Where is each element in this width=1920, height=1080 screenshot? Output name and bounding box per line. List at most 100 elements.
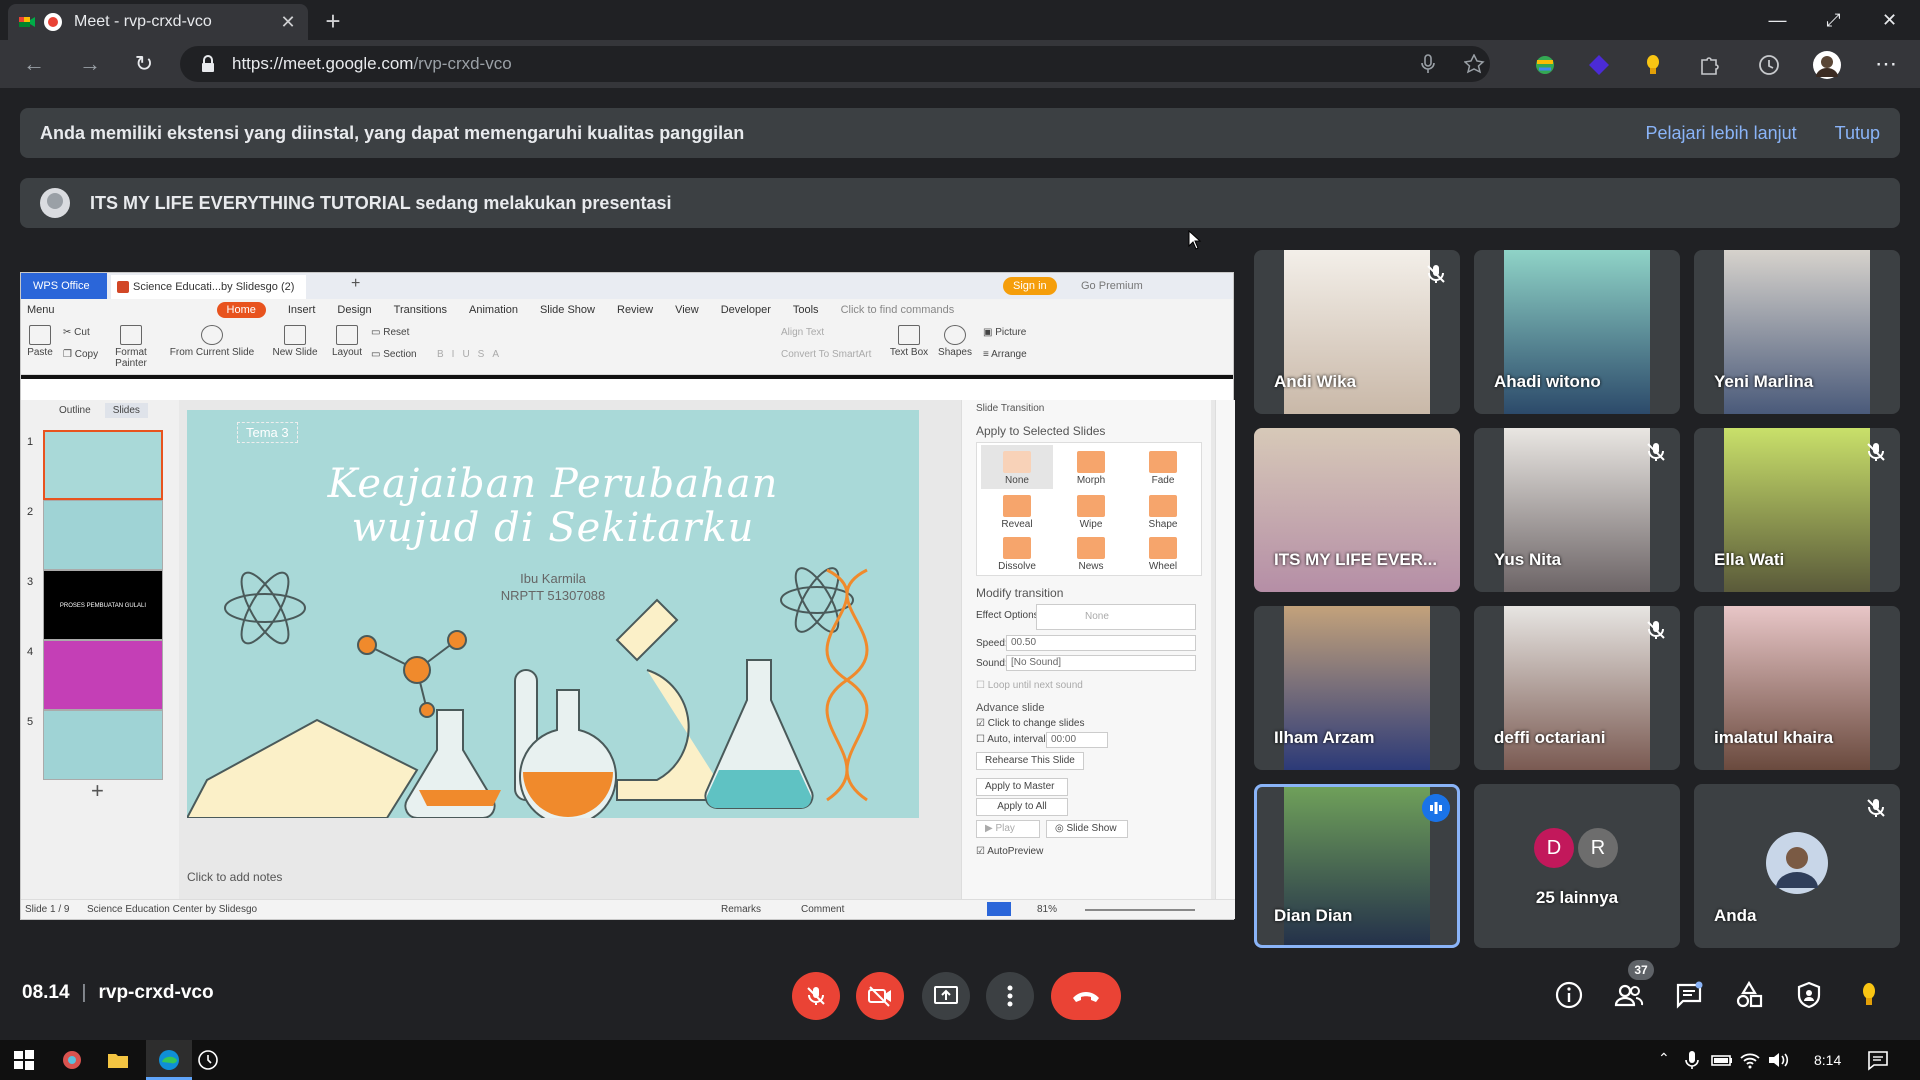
wps-menu-animation[interactable]: Animation: [469, 304, 518, 316]
wps-menu-insert[interactable]: Insert: [288, 304, 316, 316]
wps-menu-view[interactable]: View: [675, 304, 699, 316]
favorite-star-icon[interactable]: [1464, 54, 1486, 74]
close-banner-link[interactable]: Tutup: [1835, 123, 1880, 144]
participant-tile[interactable]: Ella Wati: [1694, 428, 1900, 592]
thumb-slide-2[interactable]: [43, 500, 163, 570]
layout-button[interactable]: Layout: [327, 321, 367, 358]
picture-button[interactable]: ▣ Picture: [983, 327, 1026, 338]
paste-button[interactable]: Paste: [25, 321, 55, 358]
apply-all-button[interactable]: Apply to All: [976, 798, 1068, 816]
comment-button[interactable]: Comment: [801, 904, 844, 915]
play-button[interactable]: ▶ Play: [976, 820, 1040, 838]
back-icon[interactable]: ←: [18, 48, 50, 80]
taskbar-clock-app-icon[interactable]: [196, 1048, 220, 1072]
forward-icon[interactable]: →: [74, 48, 106, 80]
tray-chevron-icon[interactable]: ⌃: [1658, 1050, 1670, 1067]
transition-news[interactable]: News: [1055, 531, 1127, 575]
copy-button[interactable]: ❐ Copy: [63, 349, 98, 360]
more-participants-tile[interactable]: D R 25 lainnya: [1474, 784, 1680, 948]
wps-menu-home[interactable]: Home: [216, 302, 266, 318]
cut-button[interactable]: ✂ Cut: [63, 327, 90, 338]
convert-smartart-button[interactable]: Convert To SmartArt: [781, 349, 871, 360]
wps-menu-slideshow[interactable]: Slide Show: [540, 304, 595, 316]
transition-dissolve[interactable]: Dissolve: [981, 531, 1053, 575]
tray-mic-icon[interactable]: [1684, 1048, 1700, 1072]
rehearse-button[interactable]: Rehearse This Slide: [976, 752, 1084, 770]
learn-more-link[interactable]: Pelajari lebih lanjut: [1646, 123, 1797, 144]
extension-bulb-icon[interactable]: [1640, 52, 1666, 78]
microphone-icon[interactable]: [1420, 54, 1436, 74]
volume-icon[interactable]: [1766, 1048, 1790, 1072]
reset-button[interactable]: ▭ Reset: [371, 327, 409, 338]
battery-icon[interactable]: [1710, 1048, 1734, 1072]
address-bar[interactable]: https://meet.google.com/rvp-crxd-vco: [180, 46, 1490, 82]
outline-tab[interactable]: Outline: [59, 405, 91, 416]
participant-tile[interactable]: Ilham Arzam: [1254, 606, 1460, 770]
windows-start-icon[interactable]: [12, 1048, 36, 1072]
participant-tile[interactable]: ITS MY LIFE EVER...: [1254, 428, 1460, 592]
transition-shape[interactable]: Shape: [1127, 489, 1199, 533]
window-close-button[interactable]: ✕: [1862, 0, 1917, 40]
loop-checkbox[interactable]: ☐ Loop until next sound: [976, 680, 1083, 691]
thumb-slide-4[interactable]: [43, 640, 163, 710]
transition-fade[interactable]: Fade: [1127, 445, 1199, 489]
more-options-button[interactable]: [986, 972, 1034, 1020]
new-slide-button[interactable]: New Slide: [267, 321, 323, 358]
add-slide-icon[interactable]: +: [91, 778, 104, 804]
thumb-slide-3[interactable]: PROSES PEMBUATAN GULALI: [43, 570, 163, 640]
taskbar-app-icon[interactable]: [60, 1048, 84, 1072]
mic-toggle-button[interactable]: [792, 972, 840, 1020]
extension-globe-icon[interactable]: [1532, 52, 1558, 78]
sound-select[interactable]: [No Sound]: [1006, 655, 1196, 671]
wps-menu-tools[interactable]: Tools: [793, 304, 819, 316]
wps-find-commands[interactable]: Click to find commands: [841, 304, 955, 316]
wps-premium-button[interactable]: Go Premium: [1081, 277, 1143, 295]
camera-toggle-button[interactable]: [856, 972, 904, 1020]
text-box-button[interactable]: Text Box: [887, 321, 931, 358]
slide-show-button[interactable]: ◎ Slide Show: [1046, 820, 1128, 838]
thumb-slide-1[interactable]: [43, 430, 163, 500]
remarks-button[interactable]: Remarks: [721, 904, 761, 915]
transition-wipe[interactable]: Wipe: [1055, 489, 1127, 533]
font-style-buttons[interactable]: BIUSA: [437, 349, 507, 360]
wps-menu-transitions[interactable]: Transitions: [394, 304, 447, 316]
participant-tile[interactable]: Andi Wika: [1254, 250, 1460, 414]
participant-tile[interactable]: deffi octariani: [1474, 606, 1680, 770]
extension-gem-icon[interactable]: [1586, 52, 1612, 78]
zoom-slider[interactable]: [1085, 909, 1195, 911]
section-button[interactable]: ▭ Section: [371, 349, 417, 360]
slideshow-play-icon[interactable]: [987, 902, 1011, 916]
slide-canvas[interactable]: Tema 3 Keajaiban Perubahan wujud di Seki…: [187, 410, 919, 818]
new-tab-button[interactable]: +: [318, 6, 348, 37]
wps-doc-tab[interactable]: Science Educati...by Slidesgo (2): [111, 275, 306, 299]
minimize-button[interactable]: —: [1750, 0, 1805, 40]
speed-input[interactable]: 00.50: [1006, 635, 1196, 651]
wps-menu-menu[interactable]: Menu: [27, 304, 55, 316]
align-text-button[interactable]: Align Text: [781, 327, 824, 338]
shapes-button[interactable]: Shapes: [935, 321, 975, 358]
participant-tile[interactable]: Yus Nita: [1474, 428, 1680, 592]
interval-input[interactable]: 00:00: [1046, 732, 1108, 748]
profile-avatar-icon[interactable]: [1812, 50, 1842, 80]
host-controls-shield-icon[interactable]: [1794, 980, 1824, 1010]
wifi-icon[interactable]: [1738, 1048, 1762, 1072]
arrange-button[interactable]: ≡ Arrange: [983, 349, 1027, 360]
notifications-icon[interactable]: [1866, 1048, 1890, 1072]
from-current-slide-button[interactable]: From Current Slide: [167, 321, 257, 358]
thumb-slide-5[interactable]: [43, 710, 163, 780]
participant-tile-active-speaker[interactable]: Dian Dian: [1254, 784, 1460, 948]
transition-reveal[interactable]: Reveal: [981, 489, 1053, 533]
wps-new-tab-icon[interactable]: +: [351, 275, 360, 293]
edge-taskbar-button[interactable]: [146, 1040, 192, 1080]
extensions-puzzle-icon[interactable]: [1696, 52, 1722, 78]
transition-wheel[interactable]: Wheel: [1127, 531, 1199, 575]
file-explorer-icon[interactable]: [106, 1048, 130, 1072]
click-change-checkbox[interactable]: ☑ Click to change slides: [976, 718, 1084, 729]
restore-button[interactable]: ⤢: [1806, 0, 1861, 40]
tab-close-button[interactable]: ✕: [278, 12, 298, 33]
wps-sign-in-button[interactable]: Sign in: [1003, 277, 1057, 295]
wps-menu-review[interactable]: Review: [617, 304, 653, 316]
browser-menu-icon[interactable]: ⋯: [1870, 48, 1902, 80]
wps-menu-developer[interactable]: Developer: [721, 304, 771, 316]
participant-tile[interactable]: Yeni Marlina: [1694, 250, 1900, 414]
